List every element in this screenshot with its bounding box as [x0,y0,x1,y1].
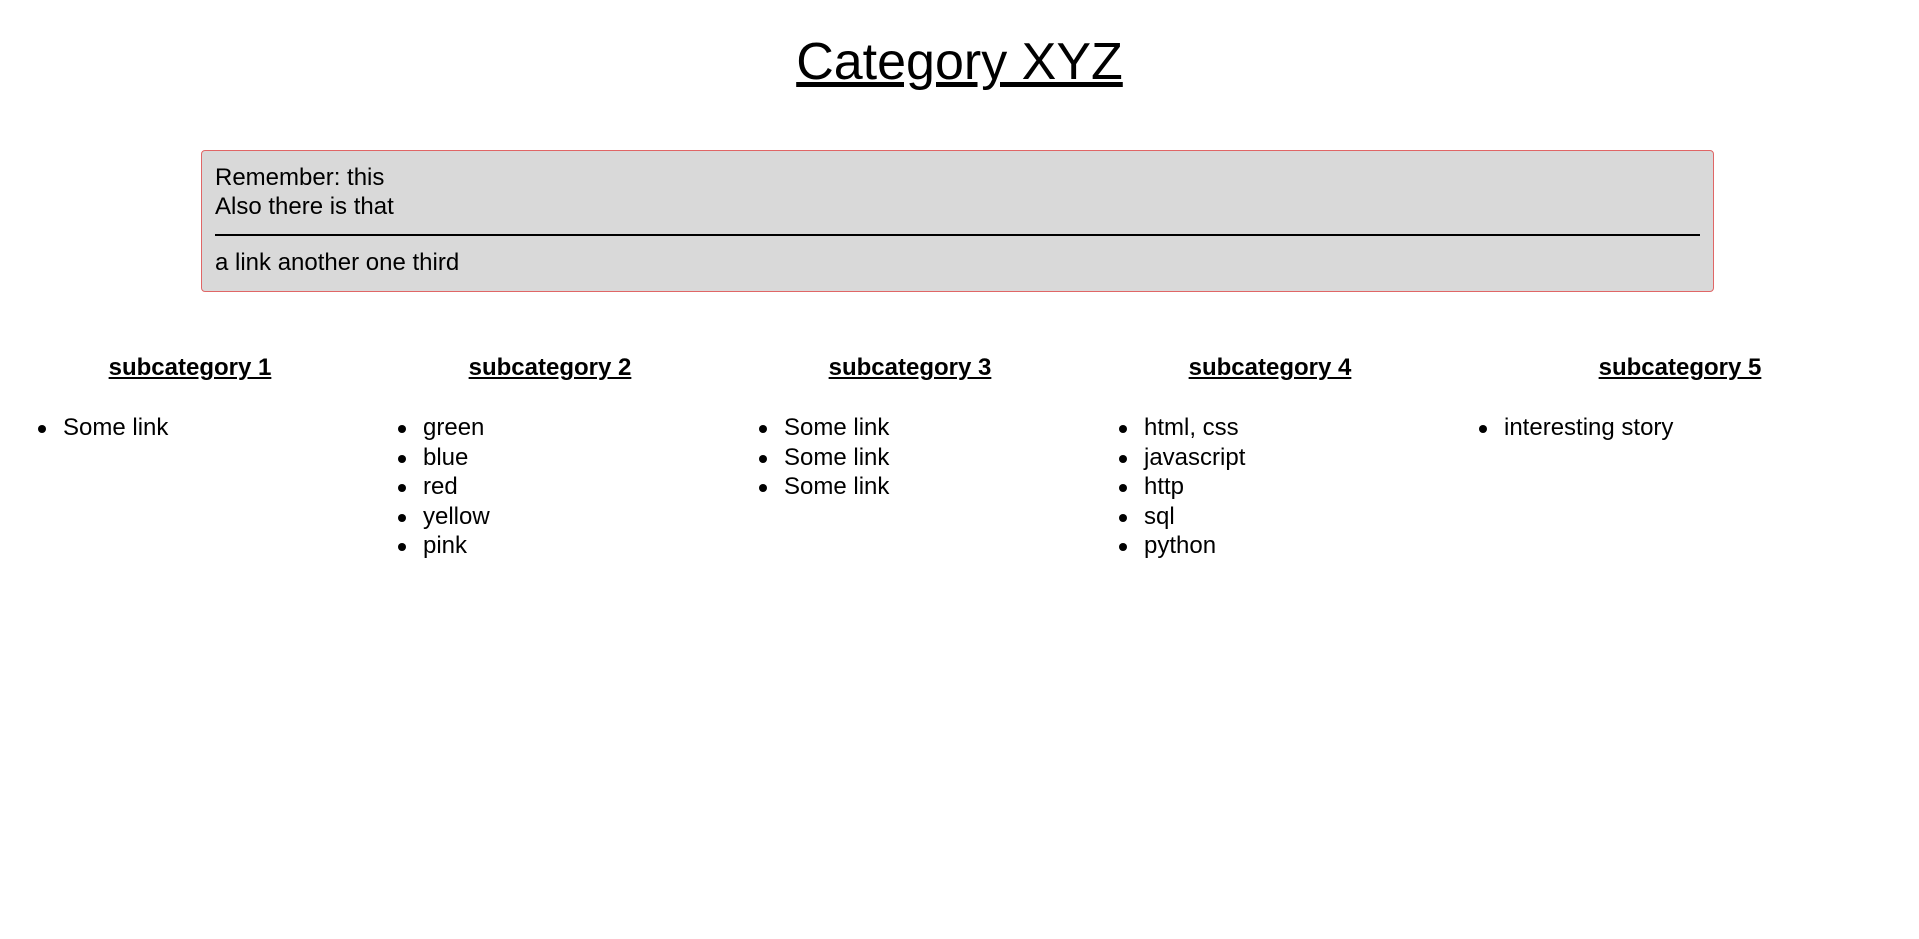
list-item: yellow [398,502,490,532]
notice-link-3[interactable]: third [412,249,459,276]
subcategory-list: Some link Some link Some link [759,413,889,502]
subcategory-column-5: subcategory 5 interesting story [1450,352,1910,441]
subcategory-column-4: subcategory 4 html, css javascript http … [1090,352,1450,559]
subcategory-title: subcategory 4 [1188,354,1352,381]
notice-line-1: Remember: this [215,164,385,191]
subcategory-link[interactable]: red [423,473,458,500]
list-item: red [398,472,490,502]
page-title: Category XYZ [796,33,1123,91]
list-item: Some link [759,443,889,473]
subcategory-link[interactable]: blue [423,444,468,471]
subcategory-link[interactable]: Some link [784,444,889,471]
subcategory-link[interactable]: javascript [1144,444,1245,471]
list-item: Some link [759,472,889,502]
subcategory-title: subcategory 1 [108,354,272,381]
subcategory-link[interactable]: Some link [784,473,889,500]
list-item: pink [398,531,490,561]
subcategory-link[interactable]: html, css [1144,414,1239,441]
subcategory-link[interactable]: http [1144,473,1184,500]
subcategory-link[interactable]: yellow [423,503,490,530]
subcategory-list: html, css javascript http sql python [1119,413,1245,561]
subcategory-title: subcategory 5 [1598,354,1762,381]
list-item: http [1119,472,1245,502]
subcategory-link[interactable]: python [1144,532,1216,559]
list-item: blue [398,443,490,473]
subcategory-link[interactable]: sql [1144,503,1175,530]
notice-link-1[interactable]: a link [215,249,271,276]
list-item: javascript [1119,443,1245,473]
subcategory-column-3: subcategory 3 Some link Some link Some l… [730,352,1090,500]
list-item: interesting story [1479,413,1673,443]
notice-box: Remember: this Also there is that a link… [201,150,1714,292]
subcategory-list: green blue red yellow pink [398,413,490,561]
subcategory-title: subcategory 3 [828,354,992,381]
list-item: Some link [38,413,168,443]
subcategory-column-1: subcategory 1 Some link [10,352,370,441]
subcategory-column-2: subcategory 2 green blue red yellow pink [370,352,730,559]
subcategory-link[interactable]: interesting story [1504,414,1673,441]
notice-line-2: Also there is that [215,193,394,220]
notice-links: a link another one third [215,248,1700,277]
subcategory-link[interactable]: Some link [63,414,168,441]
subcategory-list: Some link [38,413,168,443]
list-item: python [1119,531,1245,561]
subcategory-list: interesting story [1479,413,1673,443]
list-item: sql [1119,502,1245,532]
list-item: Some link [759,413,889,443]
notice-divider [215,234,1700,236]
subcategory-title: subcategory 2 [468,354,632,381]
subcategory-link[interactable]: Some link [784,414,889,441]
notice-link-2[interactable]: another one [278,249,406,276]
subcategory-link[interactable]: pink [423,532,467,559]
subcategory-link[interactable]: green [423,414,484,441]
list-item: green [398,413,490,443]
list-item: html, css [1119,413,1245,443]
